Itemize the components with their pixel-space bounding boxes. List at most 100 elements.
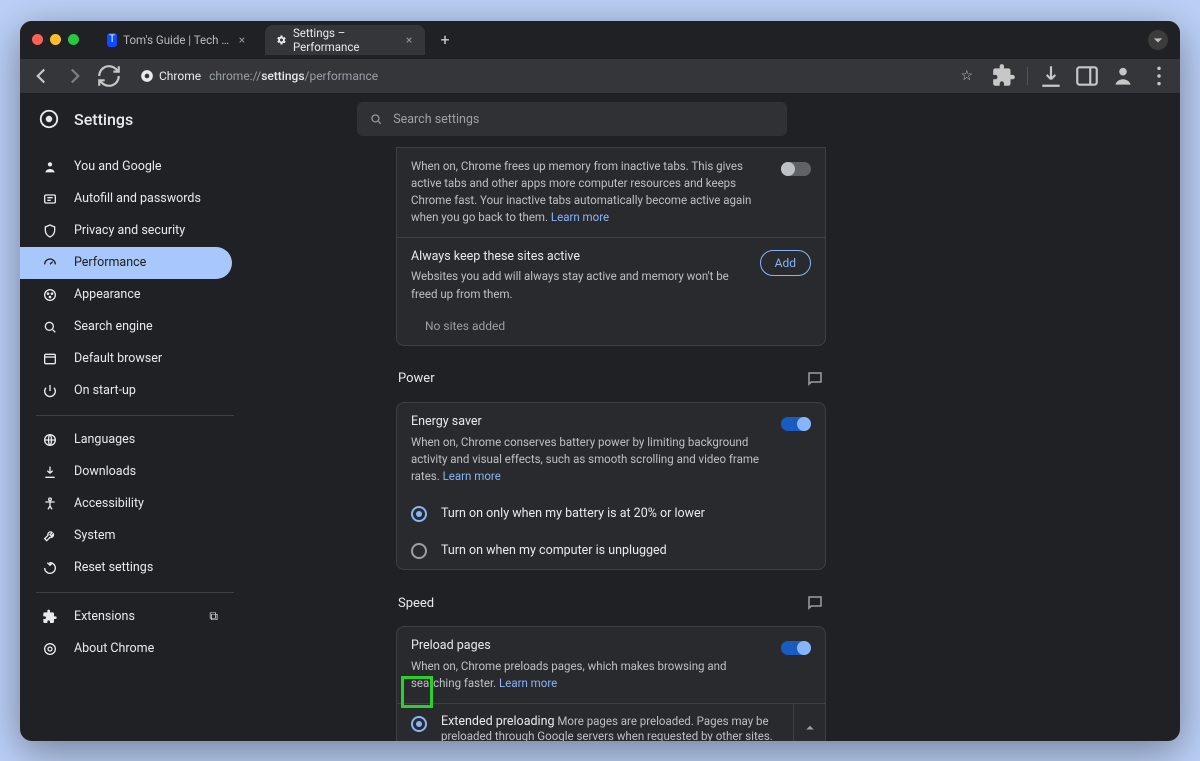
memory-saver-toggle[interactable] <box>781 162 811 176</box>
radio-icon <box>411 543 427 559</box>
preload-desc: When on, Chrome preloads pages, which ma… <box>411 659 726 690</box>
favicon-icon: T <box>107 33 117 47</box>
preload-title: Preload pages <box>411 637 769 656</box>
bookmark-icon[interactable]: ☆ <box>960 68 973 84</box>
puzzle-icon <box>42 609 58 625</box>
learn-more-link[interactable]: Learn more <box>499 676 557 690</box>
main-content: When on, Chrome frees up memory from ina… <box>250 147 1180 741</box>
reset-icon <box>42 560 58 576</box>
toolbar: Chrome chrome://settings/performance ☆ <box>20 59 1180 93</box>
sidebar-item-languages[interactable]: Languages <box>30 424 232 456</box>
chrome-logo-icon <box>38 108 60 130</box>
sidebar-item-accessibility[interactable]: Accessibility <box>30 488 232 520</box>
sidebar-item-default-browser[interactable]: Default browser <box>30 343 232 375</box>
autofill-icon <box>42 191 58 207</box>
downloads-icon[interactable] <box>1038 63 1064 89</box>
search-icon <box>369 112 383 126</box>
speed-card: Preload pages When on, Chrome preloads p… <box>396 626 826 740</box>
tab-label: Tom's Guide | Tech Product R <box>123 33 231 47</box>
shield-icon <box>42 223 58 239</box>
section-title: Power <box>398 371 435 386</box>
chrome-icon <box>140 69 154 83</box>
power-card: Energy saver When on, Chrome conserves b… <box>396 402 826 571</box>
keep-active-desc: Websites you add will always stay active… <box>411 269 729 300</box>
tab-label: Settings – Performance <box>293 26 397 54</box>
memory-card: When on, Chrome frees up memory from ina… <box>396 147 826 346</box>
sidebar-item-search-engine[interactable]: Search engine <box>30 311 232 343</box>
toolbar-right <box>991 63 1172 89</box>
browser-icon <box>42 351 58 367</box>
power-option-unplugged[interactable]: Turn on when my computer is unplugged <box>397 532 825 569</box>
minimize-window-icon[interactable] <box>50 34 61 45</box>
close-tab-icon[interactable]: × <box>403 33 415 47</box>
forward-button[interactable] <box>62 63 88 89</box>
energy-saver-toggle[interactable] <box>781 417 811 431</box>
sidebar-item-extensions[interactable]: Extensions⧉ <box>30 601 232 633</box>
sidebar-item-reset[interactable]: Reset settings <box>30 552 232 584</box>
add-button[interactable]: Add <box>760 250 811 276</box>
feedback-icon[interactable] <box>806 594 824 612</box>
site-host: Chrome <box>159 69 201 83</box>
search-settings[interactable]: Search settings <box>357 102 787 136</box>
speedometer-icon <box>42 255 58 271</box>
zoom-window-icon[interactable] <box>68 34 79 45</box>
learn-more-link[interactable]: Learn more <box>551 210 609 224</box>
sidebar-item-about[interactable]: About Chrome <box>30 633 232 665</box>
menu-icon[interactable] <box>1146 63 1172 89</box>
collapse-button[interactable] <box>793 704 825 741</box>
globe-icon <box>42 432 58 448</box>
feedback-icon[interactable] <box>806 370 824 388</box>
tab-settings[interactable]: Settings – Performance × <box>265 25 425 55</box>
no-sites-text: No sites added <box>397 313 825 345</box>
side-panel-icon[interactable] <box>1074 63 1100 89</box>
wrench-icon <box>42 528 58 544</box>
titlebar: T Tom's Guide | Tech Product R × Setting… <box>20 21 1180 59</box>
person-icon <box>42 159 58 175</box>
page-title: Settings <box>74 110 133 129</box>
sidebar-item-you-and-google[interactable]: You and Google <box>30 151 232 183</box>
site-identity-chip[interactable]: Chrome <box>140 69 201 83</box>
tab-search-button[interactable] <box>1148 30 1168 50</box>
close-tab-icon[interactable]: × <box>237 33 247 47</box>
gear-icon <box>275 33 287 47</box>
url-path: chrome://settings/performance <box>209 69 378 83</box>
energy-saver-title: Energy saver <box>411 413 769 432</box>
extensions-icon[interactable] <box>991 63 1017 89</box>
extended-preloading-radio[interactable] <box>411 716 427 732</box>
profile-icon[interactable] <box>1110 63 1136 89</box>
section-power-header: Power <box>396 364 826 394</box>
sidebar-item-system[interactable]: System <box>30 520 232 552</box>
keep-active-title: Always keep these sites active <box>411 248 748 267</box>
chrome-icon <box>42 641 58 657</box>
reload-button[interactable] <box>96 63 122 89</box>
accessibility-icon <box>42 496 58 512</box>
memory-saver-desc: When on, Chrome frees up memory from ina… <box>411 158 769 227</box>
external-link-icon: ⧉ <box>209 609 218 624</box>
sidebar-item-performance[interactable]: Performance <box>20 247 232 279</box>
learn-more-link[interactable]: Learn more <box>443 469 501 483</box>
preload-toggle[interactable] <box>781 641 811 655</box>
search-placeholder: Search settings <box>393 112 479 127</box>
sidebar-item-on-startup[interactable]: On start-up <box>30 375 232 407</box>
address-bar[interactable]: Chrome chrome://settings/performance ☆ <box>130 63 983 89</box>
sidebar-item-autofill[interactable]: Autofill and passwords <box>30 183 232 215</box>
power-option-battery[interactable]: Turn on only when my battery is at 20% o… <box>397 495 825 532</box>
sidebar-item-appearance[interactable]: Appearance <box>30 279 232 311</box>
power-icon <box>42 383 58 399</box>
back-button[interactable] <box>28 63 54 89</box>
close-window-icon[interactable] <box>32 34 43 45</box>
sidebar-item-downloads[interactable]: Downloads <box>30 456 232 488</box>
radio-icon <box>411 506 427 522</box>
traffic-lights <box>32 34 79 45</box>
browser-window: T Tom's Guide | Tech Product R × Setting… <box>20 21 1180 741</box>
palette-icon <box>42 287 58 303</box>
sidebar: You and Google Autofill and passwords Pr… <box>20 147 250 741</box>
sidebar-item-privacy[interactable]: Privacy and security <box>30 215 232 247</box>
section-speed-header: Speed <box>396 588 826 618</box>
new-tab-button[interactable]: + <box>433 28 457 52</box>
extended-preloading-row: Extended preloading More pages are prelo… <box>397 703 825 741</box>
section-title: Speed <box>398 596 434 611</box>
tab-toms-guide[interactable]: T Tom's Guide | Tech Product R × <box>97 25 257 55</box>
energy-saver-desc: When on, Chrome conserves battery power … <box>411 435 759 484</box>
download-icon <box>42 464 58 480</box>
